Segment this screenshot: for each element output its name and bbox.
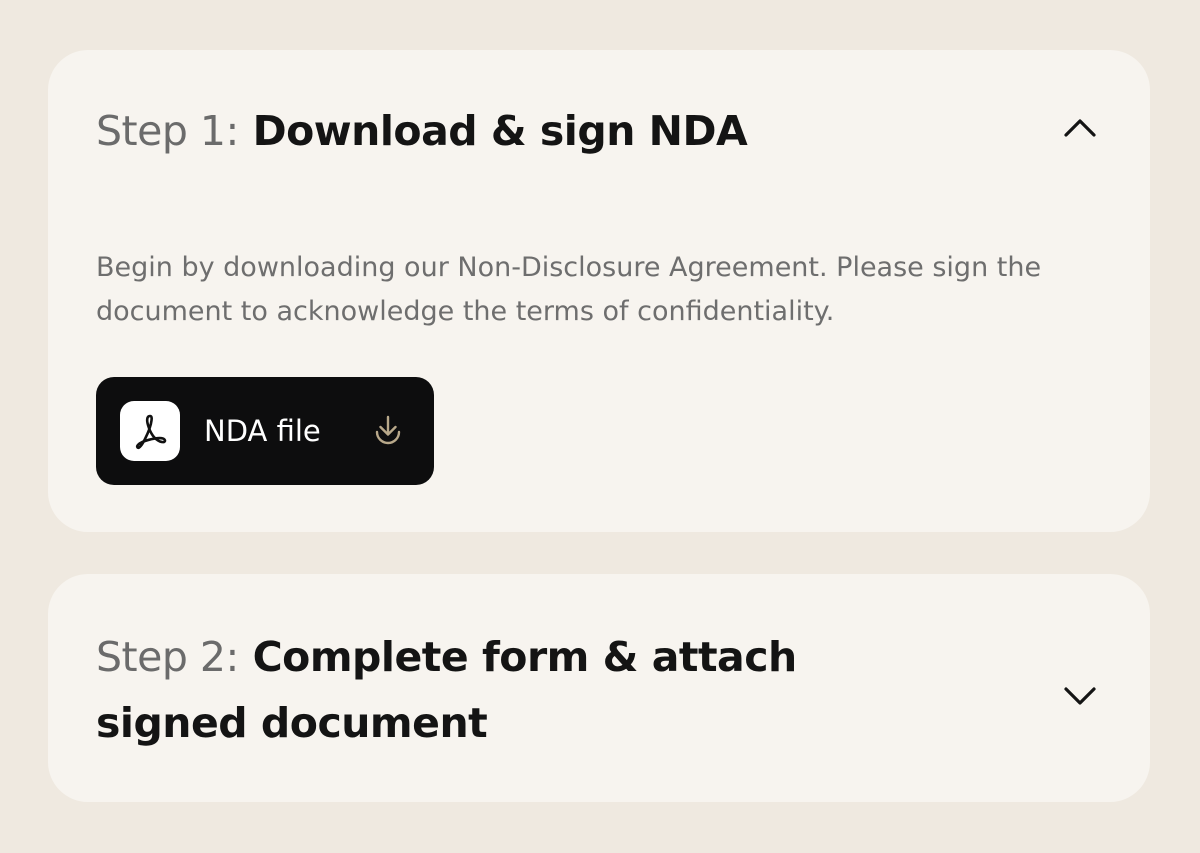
step-1-title-text: Download & sign NDA: [252, 107, 748, 155]
step-1-number: Step 1:: [96, 107, 239, 155]
step-1-card: Step 1: Download & sign NDA Begin by dow…: [48, 50, 1150, 532]
step-2-title[interactable]: Step 2: Complete form & attach signed do…: [96, 624, 856, 756]
nda-file-label: NDA file: [204, 414, 321, 448]
chevron-down-icon[interactable]: [1058, 672, 1102, 716]
nda-file-download-button[interactable]: NDA file: [96, 377, 434, 485]
chevron-up-icon[interactable]: [1058, 108, 1102, 152]
download-icon: [366, 409, 410, 453]
pdf-icon: [120, 401, 180, 461]
step-1-title[interactable]: Step 1: Download & sign NDA: [96, 98, 748, 164]
step-2-number: Step 2:: [96, 633, 239, 681]
step-2-card[interactable]: Step 2: Complete form & attach signed do…: [48, 574, 1150, 802]
step-1-description: Begin by downloading our Non-Disclosure …: [96, 252, 1042, 327]
